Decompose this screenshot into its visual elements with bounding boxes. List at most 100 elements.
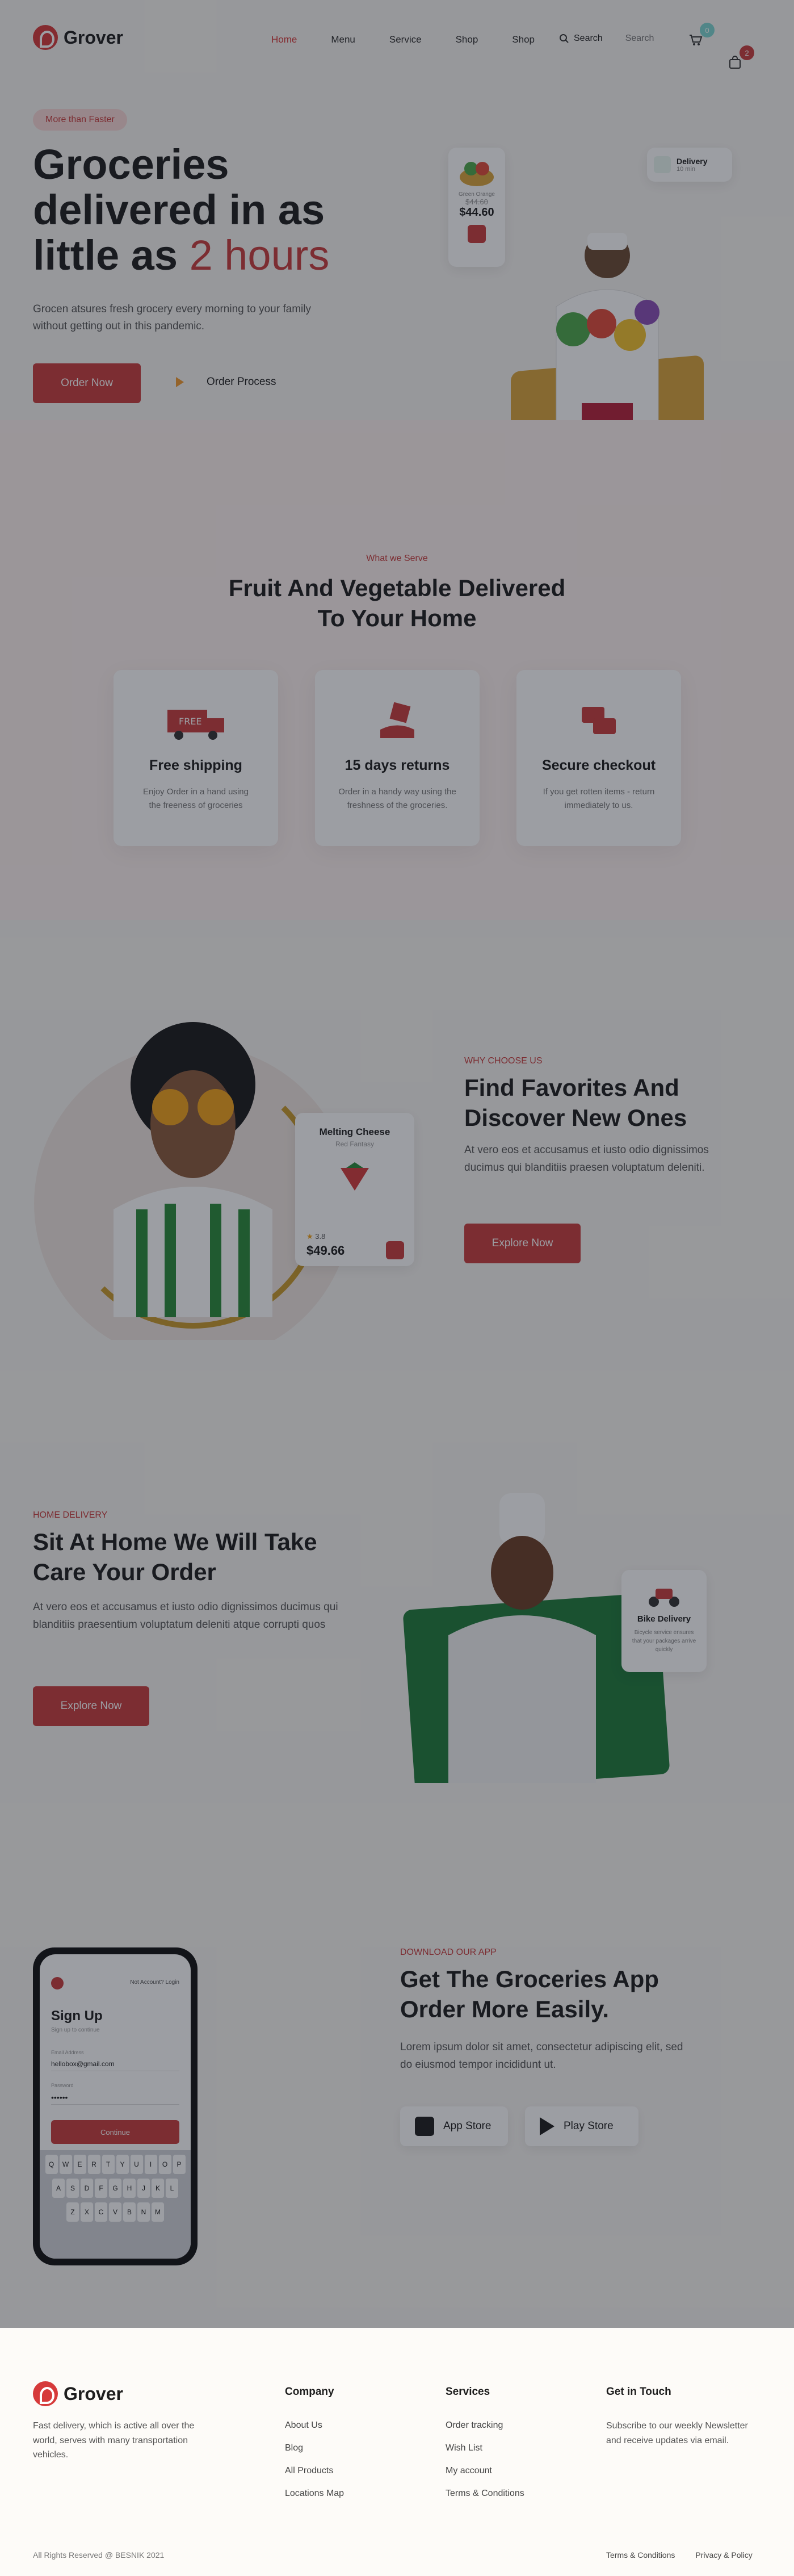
- feature-card-returns: 15 days returns Order in a handy way usi…: [315, 670, 480, 846]
- brand-logo[interactable]: Grover: [33, 25, 123, 50]
- hero-pill: More than Faster: [33, 109, 127, 131]
- footer-link-tracking[interactable]: Order tracking: [446, 2414, 524, 2437]
- keyboard-key[interactable]: P: [173, 2155, 186, 2174]
- cart-button[interactable]: 0: [684, 23, 715, 51]
- nav-menu[interactable]: Menu: [331, 34, 355, 45]
- search-bar: Search: [559, 33, 698, 44]
- keyboard-key[interactable]: W: [59, 2155, 72, 2174]
- hero-section: More than Faster Groceries delivered in …: [0, 79, 794, 491]
- serve-title-line-2: To Your Home: [317, 604, 477, 631]
- play-icon: [176, 377, 184, 387]
- phone-back-icon[interactable]: [51, 1977, 64, 1989]
- footer-link-products[interactable]: All Products: [285, 2460, 344, 2482]
- serve-eyebrow: What we Serve: [366, 554, 428, 563]
- footer-link-wishlist[interactable]: Wish List: [446, 2437, 524, 2460]
- footer-legal-terms[interactable]: Terms & Conditions: [606, 2550, 675, 2560]
- app-title-line-2: Order More Easily.: [400, 1995, 610, 2022]
- keyboard-key[interactable]: S: [66, 2179, 79, 2198]
- product-card-old-price: $44.60: [465, 198, 488, 206]
- delivery-card-title: Delivery: [677, 157, 708, 166]
- nav-shop[interactable]: Shop: [456, 34, 478, 45]
- favorites-title-line-2: Discover New Ones: [464, 1104, 687, 1131]
- keyboard-key[interactable]: K: [152, 2179, 164, 2198]
- keyboard-key[interactable]: F: [95, 2179, 107, 2198]
- nav-service[interactable]: Service: [389, 34, 422, 45]
- delivery-explore-button[interactable]: Explore Now: [33, 1686, 149, 1726]
- footer-services-links: Order tracking Wish List My account Term…: [446, 2414, 524, 2505]
- hero-title-line-1: Groceries: [33, 141, 229, 188]
- keyboard-key[interactable]: Y: [116, 2155, 129, 2174]
- footer-link-locations[interactable]: Locations Map: [285, 2482, 344, 2505]
- bag-icon: [729, 56, 741, 69]
- keyboard-key[interactable]: M: [152, 2202, 164, 2222]
- keyboard-key[interactable]: I: [144, 2155, 157, 2174]
- site-header: Grover Home Menu Service Shop Shop Searc…: [0, 0, 794, 79]
- site-footer: Grover Fast delivery, which is active al…: [0, 2328, 794, 2576]
- order-process-link[interactable]: Order Process: [176, 376, 276, 388]
- hero-lead: Grocen atsures fresh grocery every morni…: [33, 303, 311, 333]
- keyboard-key[interactable]: U: [130, 2155, 143, 2174]
- nav-home[interactable]: Home: [271, 34, 297, 45]
- product-card[interactable]: Green Orange $44.60 $44.60: [448, 148, 505, 267]
- basket-icon: [460, 162, 494, 186]
- footer-link-blog[interactable]: Blog: [285, 2437, 344, 2460]
- cheese-product-name: Melting Cheese: [319, 1126, 390, 1137]
- phone-continue-button[interactable]: Continue: [51, 2120, 179, 2144]
- keyboard-key[interactable]: E: [73, 2155, 86, 2174]
- keyboard-key[interactable]: J: [137, 2179, 150, 2198]
- keyboard-key[interactable]: A: [52, 2179, 65, 2198]
- bag-button[interactable]: 2: [724, 45, 754, 74]
- app-store-button[interactable]: App Store: [400, 2106, 508, 2146]
- phone-login-link[interactable]: Not Account? Login: [130, 1979, 179, 1986]
- keyboard-key[interactable]: X: [81, 2202, 93, 2222]
- delivery-body: At vero eos et accusamus et iusto odio d…: [33, 1601, 338, 1631]
- chat-secure-icon: [582, 707, 616, 734]
- keyboard-key[interactable]: Q: [45, 2155, 58, 2174]
- favorites-body: At vero eos et accusamus et iusto odio d…: [464, 1144, 709, 1174]
- keyboard-key[interactable]: B: [123, 2202, 136, 2222]
- order-now-button[interactable]: Order Now: [33, 363, 141, 403]
- app-eyebrow: DOWNLOAD OUR APP: [400, 1947, 497, 1957]
- play-store-button[interactable]: Play Store: [525, 2106, 638, 2146]
- keyboard-key[interactable]: N: [137, 2202, 150, 2222]
- keyboard-key[interactable]: G: [109, 2179, 121, 2198]
- keyboard-key[interactable]: O: [158, 2155, 171, 2174]
- footer-legal-privacy[interactable]: Privacy & Policy: [695, 2550, 752, 2560]
- keyboard-key[interactable]: D: [81, 2179, 93, 2198]
- favorites-title: Find Favorites And Discover New Ones: [464, 1073, 737, 1133]
- keyboard-key[interactable]: L: [166, 2179, 178, 2198]
- feature-card-shipping: FREE Free shipping Enjoy Order in a hand…: [114, 670, 278, 846]
- keyboard-key[interactable]: C: [95, 2202, 107, 2222]
- feature-title: Secure checkout: [541, 757, 656, 773]
- phone-password-field[interactable]: ••••••: [51, 2093, 179, 2105]
- hero-title-accent: 2 hours: [189, 231, 330, 279]
- nav-shop-2[interactable]: Shop: [512, 34, 535, 45]
- cheese-product-card[interactable]: Melting Cheese Red Fantasy ★ 3.8 $49.66: [295, 1113, 414, 1266]
- footer-contact-text: Subscribe to our weekly Newsletter and r…: [606, 2421, 748, 2445]
- footer-link-about[interactable]: About Us: [285, 2414, 344, 2437]
- footer-legal: Terms & Conditions Privacy & Policy: [606, 2550, 753, 2560]
- keyboard-key[interactable]: R: [87, 2155, 100, 2174]
- alarm-icon: [654, 156, 671, 173]
- chef-delivery-illustration: [448, 1493, 596, 1788]
- keyboard-key[interactable]: H: [123, 2179, 136, 2198]
- cheese-add-button[interactable]: [386, 1241, 404, 1259]
- keyboard-key[interactable]: T: [102, 2155, 115, 2174]
- favorites-explore-button[interactable]: Explore Now: [464, 1224, 581, 1263]
- keyboard-key[interactable]: Z: [66, 2202, 79, 2222]
- add-to-cart-button[interactable]: [468, 225, 486, 243]
- serve-title: Fruit And Vegetable Delivered To Your Ho…: [0, 573, 794, 633]
- cart-icon: [690, 35, 703, 45]
- search-icon[interactable]: [559, 33, 569, 44]
- footer-link-account[interactable]: My account: [446, 2460, 524, 2482]
- bike-delivery-title: Bike Delivery: [637, 1614, 691, 1624]
- footer-link-terms[interactable]: Terms & Conditions: [446, 2482, 524, 2505]
- play-store-icon: [540, 2117, 554, 2135]
- footer-logo[interactable]: Grover: [33, 2381, 123, 2406]
- keyboard-key[interactable]: V: [109, 2202, 121, 2222]
- phone-title: Sign Up: [51, 2008, 103, 2024]
- svg-text:FREE: FREE: [179, 716, 202, 727]
- serve-title-line-1: Fruit And Vegetable Delivered: [228, 575, 566, 601]
- phone-keyboard: QWERTYUIOP ASDFGHJKL ZXCVBNM: [40, 2150, 191, 2259]
- phone-email-field[interactable]: hellobox@gmail.com: [51, 2060, 179, 2071]
